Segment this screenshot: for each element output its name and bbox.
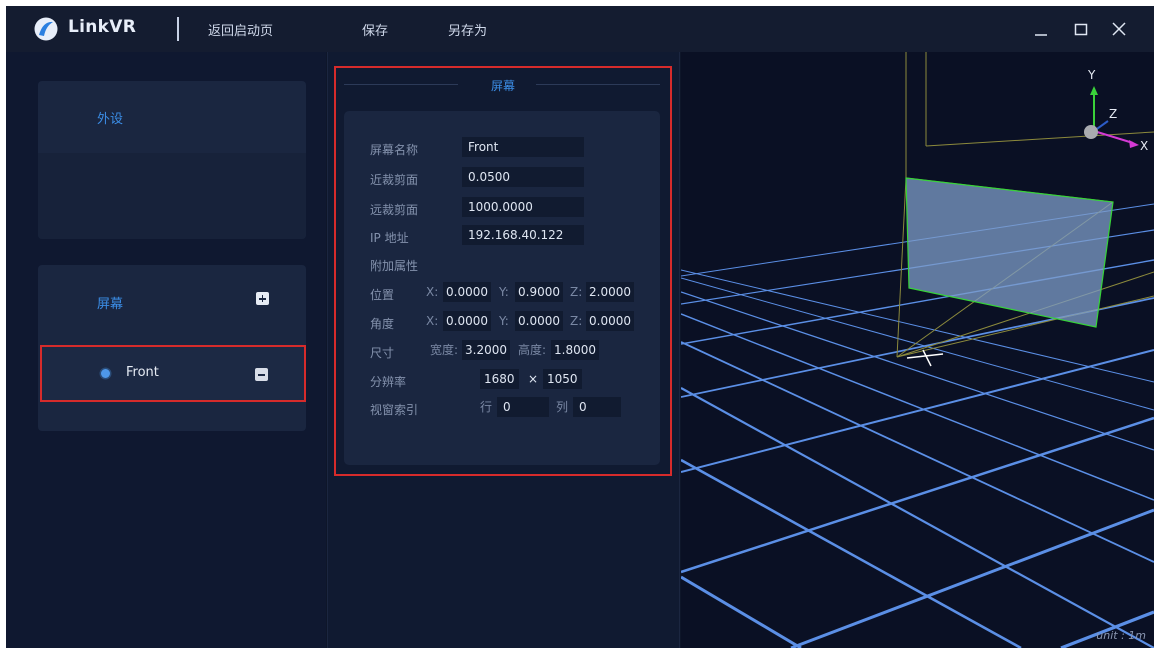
- resolution-width-field[interactable]: 1680: [480, 369, 519, 389]
- menu-back-to-start[interactable]: 返回启动页: [208, 20, 273, 39]
- angle-x-field[interactable]: 0.0000: [443, 311, 491, 331]
- position-z-axis-label: Z:: [570, 285, 583, 299]
- 3d-scene[interactable]: [681, 52, 1154, 648]
- left-panel: 外设 屏幕 Front: [6, 52, 326, 648]
- menu-save[interactable]: 保存: [362, 20, 388, 39]
- peripheral-card: 外设: [38, 81, 306, 239]
- height-label: 高度:: [518, 343, 547, 357]
- maximize-icon[interactable]: [1070, 18, 1092, 40]
- selected-radio-icon[interactable]: [101, 369, 110, 378]
- position-x-field[interactable]: 0.0000: [443, 282, 491, 302]
- resolution-label: 分辨率: [370, 375, 407, 389]
- screen-properties-box: 屏幕 屏幕名称 Front 近裁剪面 0.0500 远裁剪面 1000.0000…: [334, 66, 672, 476]
- peripheral-list: [38, 153, 306, 239]
- resolution-times-symbol: ×: [528, 372, 539, 386]
- section-title: 屏幕: [490, 79, 515, 93]
- position-y-axis-label: Y:: [499, 285, 509, 299]
- width-field[interactable]: 3.2000: [462, 340, 510, 360]
- far-clip-field[interactable]: 1000.0000: [462, 197, 584, 217]
- menu-save-as[interactable]: 另存为: [448, 20, 487, 39]
- angle-label: 角度: [370, 317, 395, 331]
- title-divider: [177, 17, 179, 41]
- gizmo-z-label: Z: [1109, 107, 1118, 121]
- screen-name-label: 屏幕名称: [370, 143, 419, 157]
- angle-x-axis-label: X:: [426, 314, 439, 328]
- title-bar: LinkVR 返回启动页 保存 另存为: [6, 6, 1154, 52]
- width-label: 宽度:: [430, 343, 459, 357]
- screen-list-item[interactable]: Front: [40, 345, 306, 402]
- properties-form: 屏幕名称 Front 近裁剪面 0.0500 远裁剪面 1000.0000 IP…: [344, 111, 660, 465]
- unit-label: unit : 1m: [1096, 629, 1146, 642]
- extra-properties-label: 附加属性: [370, 259, 419, 273]
- near-clip-label: 近裁剪面: [370, 173, 419, 187]
- screen-item-label: Front: [126, 365, 159, 380]
- row-field[interactable]: 0: [497, 397, 549, 417]
- position-label: 位置: [370, 288, 395, 302]
- position-y-field[interactable]: 0.9000: [515, 282, 563, 302]
- linkvr-logo-icon: [34, 17, 58, 41]
- height-field[interactable]: 1.8000: [551, 340, 599, 360]
- angle-y-axis-label: Y:: [499, 314, 509, 328]
- app-window: LinkVR 返回启动页 保存 另存为 外设 屏幕 Front 屏幕 屏幕名称 …: [6, 6, 1154, 648]
- add-screen-button[interactable]: [256, 292, 269, 305]
- screen-name-field[interactable]: Front: [462, 137, 584, 157]
- minimize-icon[interactable]: [1030, 18, 1052, 40]
- gizmo-y-label: Y: [1088, 68, 1096, 82]
- 3d-viewport[interactable]: Y Z X unit : 1m: [681, 52, 1154, 648]
- angle-z-field[interactable]: 0.0000: [586, 311, 634, 331]
- properties-panel: 屏幕 屏幕名称 Front 近裁剪面 0.0500 远裁剪面 1000.0000…: [327, 52, 680, 648]
- angle-y-field[interactable]: 0.0000: [515, 311, 563, 331]
- app-title: LinkVR: [68, 17, 137, 37]
- gizmo-x-label: X: [1140, 139, 1149, 153]
- column-label: 列: [556, 400, 569, 414]
- size-label: 尺寸: [370, 346, 395, 360]
- close-icon[interactable]: [1108, 18, 1130, 40]
- remove-screen-button[interactable]: [255, 368, 268, 381]
- position-x-axis-label: X:: [426, 285, 439, 299]
- peripheral-label: 外设: [97, 112, 124, 127]
- near-clip-field[interactable]: 0.0500: [462, 167, 584, 187]
- screens-label: 屏幕: [97, 297, 124, 312]
- screen-plane[interactable]: [905, 177, 1114, 328]
- far-clip-label: 远裁剪面: [370, 203, 419, 217]
- row-label: 行: [480, 400, 493, 414]
- angle-z-axis-label: Z:: [570, 314, 583, 328]
- ip-address-field[interactable]: 192.168.40.122: [462, 225, 584, 245]
- ip-address-label: IP 地址: [370, 231, 409, 245]
- viewport-index-label: 视窗索引: [370, 403, 419, 417]
- resolution-height-field[interactable]: 1050: [543, 369, 582, 389]
- column-field[interactable]: 0: [573, 397, 621, 417]
- position-z-field[interactable]: 2.0000: [586, 282, 634, 302]
